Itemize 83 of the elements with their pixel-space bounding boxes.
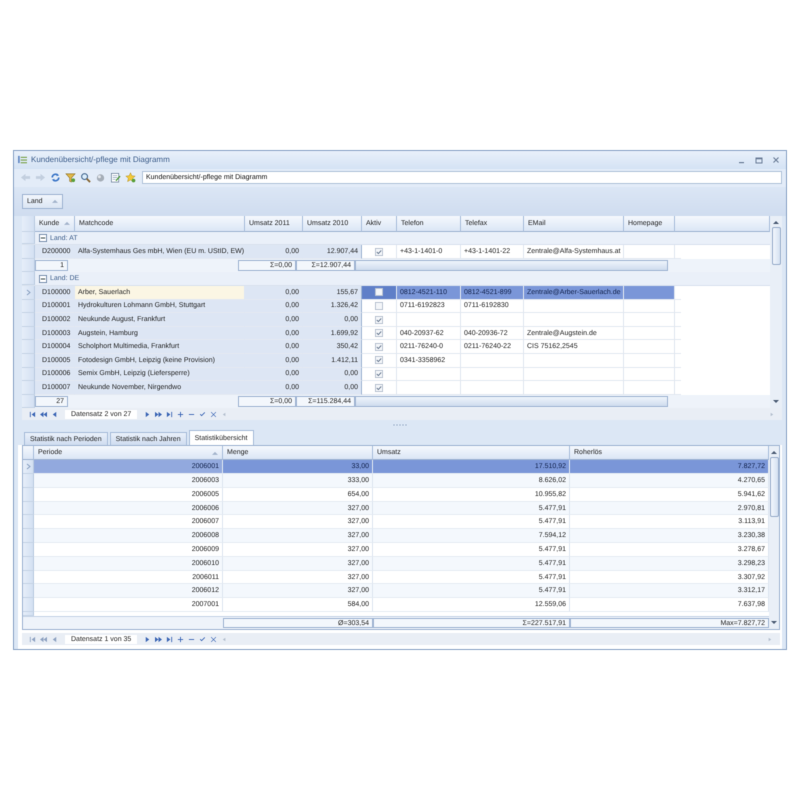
previous-page-icon[interactable] <box>40 636 47 642</box>
scroll-right-icon[interactable] <box>766 636 773 642</box>
row-indicator[interactable] <box>23 543 34 557</box>
last-record-icon[interactable] <box>166 410 174 418</box>
sort-ascending-icon <box>52 199 58 204</box>
check-icon[interactable] <box>199 410 206 418</box>
checkbox[interactable] <box>375 342 383 351</box>
checkbox[interactable] <box>375 288 383 296</box>
current-row-icon <box>26 463 30 470</box>
collapse-icon[interactable] <box>39 274 47 283</box>
last-record-icon[interactable] <box>166 636 174 642</box>
row-indicator[interactable] <box>22 381 35 395</box>
check-icon[interactable] <box>199 636 206 642</box>
window-title: Kundenübersicht/-pflege mit Diagramm <box>31 155 170 164</box>
table-cell <box>624 354 675 368</box>
next-record-icon[interactable] <box>144 410 152 418</box>
checkbox[interactable] <box>375 302 383 310</box>
star-icon[interactable] <box>125 172 136 184</box>
next-page-icon[interactable] <box>155 410 162 418</box>
row-indicator[interactable] <box>23 529 34 544</box>
checkbox[interactable] <box>375 356 383 364</box>
next-record-icon[interactable] <box>144 636 152 642</box>
first-record-icon[interactable] <box>29 636 36 642</box>
splitter-grip-icon[interactable] <box>392 424 408 426</box>
next-page-icon[interactable] <box>155 636 162 642</box>
row-indicator[interactable] <box>22 368 35 382</box>
sphere-icon[interactable] <box>95 172 106 184</box>
plus-icon[interactable] <box>177 636 184 642</box>
scroll-left-icon[interactable] <box>221 636 228 642</box>
notepad-icon[interactable] <box>110 172 121 184</box>
row-indicator[interactable] <box>23 570 34 584</box>
refresh-icon[interactable] <box>50 172 61 184</box>
previous-page-icon[interactable] <box>40 410 47 418</box>
table-cell <box>624 326 675 340</box>
header-corner <box>22 216 35 232</box>
row-indicator[interactable] <box>22 354 35 368</box>
first-record-icon[interactable] <box>29 410 36 418</box>
checkbox[interactable] <box>375 384 383 392</box>
row-indicator[interactable] <box>23 584 34 598</box>
scroll-left-icon[interactable] <box>221 410 228 418</box>
row-indicator[interactable] <box>22 326 35 340</box>
row-indicator[interactable] <box>23 556 34 571</box>
plus-icon[interactable] <box>177 410 184 418</box>
table-cell <box>461 354 524 368</box>
table-cell <box>624 300 675 314</box>
table-cell <box>624 340 675 354</box>
sort-ascending-icon <box>212 450 218 455</box>
row-indicator <box>22 394 35 408</box>
sort-ascending-icon <box>64 221 70 226</box>
table-cell <box>624 368 675 382</box>
checkbox[interactable] <box>375 370 383 378</box>
filter-icon[interactable] <box>65 172 76 184</box>
row-indicator[interactable] <box>23 488 34 502</box>
row-indicator[interactable] <box>23 460 34 474</box>
row-indicator <box>22 272 35 286</box>
table-cell <box>461 313 524 327</box>
checkbox[interactable] <box>375 329 383 338</box>
current-row-icon <box>26 288 30 296</box>
vertical-scrollbar[interactable] <box>770 216 782 408</box>
checkbox[interactable] <box>375 316 383 324</box>
search-icon[interactable] <box>80 172 91 184</box>
maximize-icon[interactable] <box>755 156 763 164</box>
collapse-icon[interactable] <box>39 234 47 242</box>
row-indicator[interactable] <box>23 502 34 516</box>
table-cell <box>461 368 524 382</box>
checkbox[interactable] <box>375 248 383 256</box>
cancel-icon[interactable] <box>210 410 218 418</box>
row-indicator[interactable] <box>23 515 34 530</box>
close-icon[interactable] <box>772 156 780 164</box>
row-indicator <box>22 258 35 272</box>
row-indicator[interactable] <box>23 598 34 612</box>
previous-record-icon[interactable] <box>51 636 58 642</box>
row-indicator[interactable] <box>22 300 35 314</box>
previous-record-icon[interactable] <box>51 410 58 418</box>
row-indicator[interactable] <box>22 313 35 327</box>
row-indicator[interactable] <box>22 340 35 354</box>
row-indicator[interactable] <box>23 474 34 488</box>
row-indicator <box>22 232 35 244</box>
table-cell <box>624 313 675 327</box>
cancel-icon[interactable] <box>210 636 218 642</box>
list-icon <box>18 155 27 164</box>
vertical-scrollbar[interactable] <box>769 446 779 629</box>
scroll-right-icon[interactable] <box>768 410 775 418</box>
